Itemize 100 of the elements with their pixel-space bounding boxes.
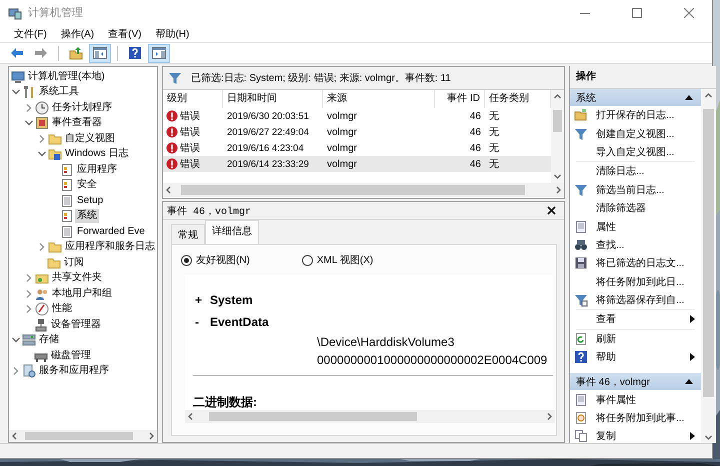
horizontal-scrollbar[interactable] <box>9 430 157 442</box>
menu-item[interactable]: 查看(V) <box>101 26 148 40</box>
chevron-icon[interactable] <box>37 132 47 145</box>
radio-icon <box>302 254 313 266</box>
event-data-value: \Device\HarddiskVolume3 <box>316 334 456 351</box>
vertical-scrollbar[interactable] <box>701 89 716 443</box>
tree-item[interactable]: 安全 <box>75 178 99 192</box>
section-name: System <box>210 293 253 307</box>
table-row[interactable]: 错误 2019/6/27 22:49:04 volmgr 46 无 <box>163 124 551 140</box>
tree-item[interactable]: 系统 <box>75 209 99 224</box>
action-pane-button[interactable] <box>148 44 170 62</box>
table-row[interactable]: 错误 2019/6/16 4:23:04 volmgr 46 无 <box>163 140 551 156</box>
action-item[interactable]: 清除筛选器 <box>570 198 701 218</box>
filter-summary: 已筛选:日志: System; 级别: 错误; 来源: volmgr。事件数: 11 <box>191 72 451 85</box>
menu-item[interactable]: 文件(F) <box>7 26 54 40</box>
horizontal-scrollbar[interactable] <box>163 183 564 197</box>
horizontal-scrollbar[interactable] <box>185 410 555 423</box>
column-header[interactable]: 事件 ID <box>435 90 485 108</box>
chevron-icon[interactable] <box>37 241 47 254</box>
action-item[interactable]: 帮助 <box>570 348 701 366</box>
vertical-scrollbar[interactable] <box>551 90 564 183</box>
help-icon <box>574 350 588 364</box>
tree-item[interactable]: 事件查看器 <box>50 116 104 130</box>
action-item[interactable]: 刷新 <box>570 330 701 348</box>
section-header[interactable]: 系统 <box>570 89 701 106</box>
tree-item[interactable]: 任务计划程序 <box>50 100 114 115</box>
panel-icon <box>152 46 166 60</box>
tree-item[interactable]: 存储 <box>37 333 61 348</box>
error-icon <box>166 110 178 122</box>
table-row[interactable]: 错误 2019/6/30 20:03:51 volmgr 46 无 <box>163 108 551 124</box>
computer-icon <box>11 70 25 84</box>
submenu-arrow-icon <box>690 315 695 324</box>
tree-item[interactable]: 本地用户和组 <box>50 286 114 301</box>
radio-button[interactable]: XML 视图(X) <box>302 253 374 267</box>
error-icon <box>166 158 178 170</box>
tab[interactable]: 详细信息 <box>205 220 259 244</box>
tree-item[interactable]: 性能 <box>50 302 74 316</box>
chevron-icon[interactable] <box>11 365 21 378</box>
tree-item[interactable]: Setup <box>75 194 106 208</box>
action-item[interactable]: 事件属性 <box>570 390 701 409</box>
tree-item[interactable]: 订阅 <box>62 256 86 270</box>
tree-item[interactable]: 系统工具 <box>37 85 81 100</box>
tree-item[interactable]: 服务和应用程序 <box>37 364 111 378</box>
tools-icon <box>22 85 36 100</box>
clock-icon <box>35 100 49 115</box>
panel-icon <box>93 46 107 60</box>
chevron-icon[interactable] <box>24 303 34 316</box>
table-cell-text: 无 <box>488 110 500 123</box>
tree-item[interactable]: 计算机管理(本地) <box>26 70 107 84</box>
folder-icon <box>48 240 62 254</box>
submenu-arrow-icon <box>690 353 695 362</box>
action-item[interactable]: 将已筛选的日志文... <box>570 254 701 273</box>
save-icon <box>574 256 588 270</box>
menu-item[interactable]: 帮助(H) <box>148 26 196 40</box>
expand-toggle[interactable]: + <box>195 293 210 307</box>
action-item[interactable]: 将任务附加到此事... <box>570 408 701 428</box>
funnel-icon <box>574 293 588 308</box>
action-item[interactable]: 查看 <box>570 310 701 329</box>
chevron-icon[interactable] <box>24 102 34 114</box>
action-item[interactable]: 创建自定义视图... <box>570 124 701 143</box>
tree-item[interactable]: 共享文件夹 <box>50 271 104 286</box>
action-item[interactable]: 复制 <box>570 427 701 443</box>
document-icon <box>60 194 74 208</box>
action-item[interactable]: 属性 <box>570 217 701 236</box>
action-item[interactable]: 将任务附加到此日... <box>570 272 701 291</box>
tree-item[interactable]: Windows 日志 <box>63 147 130 162</box>
column-header[interactable]: 级别 <box>163 90 223 108</box>
table-row[interactable]: 错误 2019/6/14 23:33:29 volmgr 46 无 <box>163 156 551 172</box>
action-item[interactable]: 清除日志... <box>570 162 701 181</box>
column-header[interactable]: 来源 <box>323 90 435 108</box>
menu-item[interactable]: 操作(A) <box>54 26 102 40</box>
tree-item[interactable]: 自定义视图 <box>63 132 117 146</box>
close-icon <box>684 8 694 18</box>
collapse-arrow-icon <box>685 95 693 100</box>
folder-icon <box>574 108 588 122</box>
tree-item[interactable]: Forwarded Eve <box>75 224 147 239</box>
tree-item[interactable]: 应用程序和服务日志 <box>63 240 157 254</box>
console-tree-button[interactable] <box>89 44 111 62</box>
tree-item[interactable]: 设备管理器 <box>49 318 103 332</box>
action-item[interactable]: 将筛选器保存到自... <box>570 290 701 310</box>
radio-button[interactable]: 友好视图(N) <box>181 253 250 267</box>
table-cell-text: volmgr <box>326 110 358 122</box>
action-item[interactable]: 打开保存的日志... <box>570 106 701 124</box>
gauge-icon <box>35 302 49 316</box>
table-cell-text: 错误 <box>180 158 200 171</box>
forward-arrow-icon <box>34 46 48 60</box>
chevron-icon[interactable] <box>24 288 34 300</box>
column-header[interactable]: 日期和时间 <box>223 90 323 108</box>
tree-item[interactable]: 应用程序 <box>75 162 119 177</box>
chevron-icon[interactable] <box>24 272 34 284</box>
app-icon <box>8 6 22 20</box>
section-header[interactable]: 事件 46，volmgr <box>570 373 701 390</box>
action-item[interactable]: 查找... <box>570 236 701 254</box>
submenu-arrow-icon <box>690 432 695 440</box>
tree-item[interactable]: 磁盘管理 <box>49 348 93 363</box>
collapse-arrow-icon <box>685 379 693 384</box>
expand-toggle[interactable]: - <box>195 315 210 329</box>
action-item[interactable]: 筛选当前日志... <box>570 180 701 199</box>
close-icon[interactable] <box>547 206 556 215</box>
action-item[interactable]: 导入自定义视图... <box>570 142 701 162</box>
